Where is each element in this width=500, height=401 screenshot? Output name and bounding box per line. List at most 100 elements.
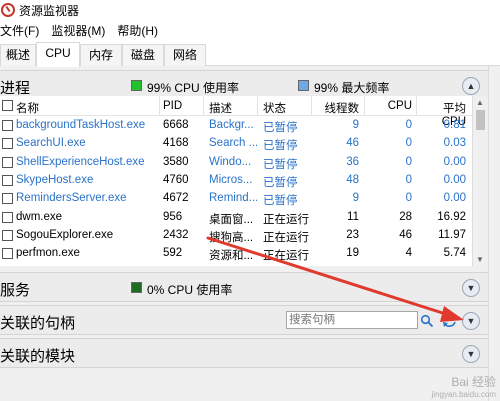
process-avg: 0.00 (443, 173, 466, 186)
scroll-down-icon[interactable]: ▼ (476, 255, 484, 264)
menu-file[interactable]: 文件(F) (0, 22, 45, 39)
column-pid[interactable]: PID (163, 100, 182, 112)
process-name: SearchUI.exe (16, 137, 86, 150)
process-cpu: 4 (405, 247, 412, 260)
tab-overview[interactable]: 概述 (0, 44, 36, 66)
search-handles-input[interactable] (286, 311, 418, 329)
process-desc: 桌面窗... (209, 213, 254, 226)
table-row[interactable]: backgroundTaskHost.exe 6668 Backgr... 已暂停 9 0… (0, 117, 472, 135)
tab-cpu[interactable]: CPU (36, 42, 80, 67)
watermark: Bai 经验 jingyan.baidu.com (432, 373, 496, 399)
process-avg: 0.81 (443, 119, 466, 131)
services-header[interactable]: 服务 0% CPU 使用率 ▼ (0, 272, 488, 302)
process-avg: 0.00 (443, 155, 466, 168)
modules-expand-button[interactable]: ▼ (462, 345, 480, 363)
process-status: 已暂停 (263, 176, 298, 189)
process-avg: 11.97 (438, 228, 466, 241)
process-threads: 11 (347, 210, 359, 223)
process-cpu: 0 (405, 192, 412, 205)
table-row[interactable]: perfmon.exe 592 资源和... 正在运行 19 4 5.74 (0, 245, 472, 263)
tab-strip: 概述 CPU 内存 磁盘 网络 (0, 42, 500, 67)
process-threads: 48 (346, 173, 359, 186)
process-status: 已暂停 (263, 122, 298, 134)
process-name: perfmon.exe (16, 247, 80, 260)
watermark-logo: Bai 经验 (451, 375, 496, 389)
table-row[interactable]: RemindersServer.exe 4672 Remind... 已暂停 9 0 0.0… (0, 190, 472, 208)
row-checkbox[interactable] (2, 211, 13, 223)
search-icon[interactable] (420, 314, 434, 328)
table-row[interactable]: ShellExperienceHost.exe 3580 Windo... 已暂停 36… (0, 154, 472, 172)
process-status: 已暂停 (263, 195, 298, 208)
process-desc: 搜狗高... (209, 231, 254, 244)
service-cpu-swatch (131, 282, 142, 293)
process-pid: 2432 (163, 228, 189, 241)
tab-network[interactable]: 网络 (164, 44, 206, 66)
services-expand-button[interactable]: ▼ (462, 279, 480, 297)
modules-title: 关联的模块 (0, 348, 76, 365)
cpu-usage-swatch (131, 80, 142, 91)
row-checkbox[interactable] (2, 120, 13, 131)
handles-expand-button[interactable]: ▼ (462, 312, 480, 330)
chevron-down-icon: ▼ (466, 315, 476, 326)
modules-header[interactable]: 关联的模块 ▼ (0, 338, 488, 368)
column-threads[interactable]: 线程数 (315, 100, 360, 116)
process-cpu: 0 (405, 119, 412, 131)
column-description[interactable]: 描述 (209, 100, 232, 116)
max-frequency-status: 99% 最大频率 (314, 81, 390, 95)
row-checkbox[interactable] (2, 229, 13, 241)
table-row[interactable]: dwm.exe 956 桌面窗... 正在运行 11 28 16.92 (0, 209, 472, 227)
window-title: 资源监视器 (19, 3, 80, 18)
processes-scrollbar[interactable]: ▲ ▼ (472, 96, 488, 266)
process-desc: Backgr... (209, 119, 254, 131)
tab-memory[interactable]: 内存 (80, 44, 122, 66)
process-pid: 4672 (163, 192, 189, 205)
chevron-up-icon: ▲ (466, 80, 476, 91)
tab-disk[interactable]: 磁盘 (122, 44, 164, 66)
chevron-down-icon: ▼ (466, 282, 476, 293)
process-status: 正在运行 (263, 250, 309, 263)
scroll-thumb[interactable] (476, 110, 485, 130)
refresh-icon[interactable] (440, 311, 458, 329)
menu-monitor[interactable]: 监视器(M) (51, 22, 111, 39)
row-checkbox[interactable] (2, 174, 13, 186)
process-threads: 9 (352, 192, 359, 205)
table-row[interactable]: SogouExplorer.exe 2432 搜狗高... 正在运行 23 46 11.97 (0, 227, 472, 245)
processes-table-header: 名称 PID 描述 状态 线程数 CPU 平均 CPU (0, 96, 472, 128)
column-cpu[interactable]: CPU (368, 100, 412, 112)
process-threads: 19 (346, 247, 359, 260)
process-threads: 23 (346, 228, 359, 241)
watermark-url: jingyan.baidu.com (431, 390, 496, 399)
process-pid: 6668 (163, 119, 189, 131)
table-row[interactable]: SkypeHost.exe 4760 Micros... 已暂停 48 0 0.00 (0, 172, 472, 190)
process-cpu: 0 (405, 155, 412, 168)
scroll-up-icon[interactable]: ▲ (476, 98, 484, 107)
process-desc: Windo... (209, 155, 252, 168)
menu-help[interactable]: 帮助(H) (117, 22, 164, 39)
max-frequency-swatch (298, 80, 309, 91)
row-checkbox[interactable] (2, 156, 13, 168)
processes-table: 名称 PID 描述 状态 线程数 CPU 平均 CPU backgroundTa… (0, 96, 472, 266)
window-right-edge (488, 66, 500, 401)
title-bar: 资源监视器 (0, 0, 500, 20)
row-checkbox[interactable] (2, 138, 13, 150)
process-name: SkypeHost.exe (16, 173, 94, 186)
process-name: RemindersServer.exe (16, 192, 127, 205)
column-name[interactable]: 名称 (16, 100, 39, 116)
process-avg: 0.00 (443, 192, 466, 205)
process-avg: 0.03 (443, 137, 466, 150)
row-checkbox[interactable] (2, 248, 13, 260)
table-row[interactable]: SearchUI.exe 4168 Search ... 已暂停 46 0 0.03 (0, 135, 472, 153)
select-all-checkbox[interactable] (2, 100, 13, 111)
menu-bar: 文件(F) 监视器(M) 帮助(H) (0, 20, 500, 40)
process-status: 正在运行 (263, 231, 309, 244)
chevron-down-icon: ▼ (466, 348, 476, 359)
process-cpu: 46 (399, 228, 412, 241)
process-threads: 36 (346, 155, 359, 168)
handles-title: 关联的句柄 (0, 315, 76, 332)
process-pid: 4760 (163, 173, 189, 186)
row-checkbox[interactable] (2, 193, 13, 205)
column-status[interactable]: 状态 (263, 100, 286, 116)
process-threads: 46 (346, 137, 359, 150)
processes-title: 进程 (0, 80, 31, 97)
processes-collapse-button[interactable]: ▲ (462, 77, 480, 95)
